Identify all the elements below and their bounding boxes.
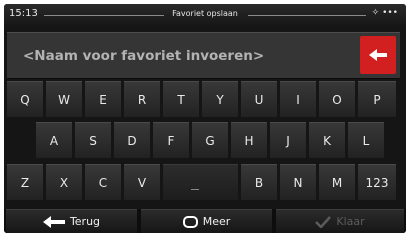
backspace-arrow-icon: [369, 49, 387, 61]
key-d[interactable]: D: [114, 122, 150, 158]
backspace-button[interactable]: [360, 36, 396, 74]
key-g[interactable]: G: [192, 122, 228, 158]
key-n[interactable]: N: [280, 164, 316, 200]
key-c[interactable]: C: [85, 164, 121, 200]
key-k[interactable]: K: [309, 122, 345, 158]
key-f[interactable]: F: [153, 122, 189, 158]
checkmark-icon: [315, 216, 332, 228]
bottom-toolbar: Terug Meer Klaar: [4, 209, 406, 233]
key-v[interactable]: V: [124, 164, 160, 200]
key-o[interactable]: O: [319, 81, 355, 117]
name-input-bar: [7, 32, 400, 79]
key-a[interactable]: A: [36, 122, 72, 158]
status-icons: ✧ •••: [372, 8, 398, 18]
key-l[interactable]: L: [348, 122, 384, 158]
space-mark: [191, 189, 199, 190]
key-p[interactable]: P: [358, 81, 396, 117]
more-button[interactable]: Meer: [141, 209, 272, 233]
key-r[interactable]: R: [124, 81, 160, 117]
key-y[interactable]: Y: [202, 81, 238, 117]
key-j[interactable]: J: [270, 122, 306, 158]
rounded-square-icon: [182, 216, 198, 228]
key-m[interactable]: M: [319, 164, 355, 200]
favorite-name-input[interactable]: [7, 33, 361, 78]
satellite-icon: ✧: [371, 8, 380, 18]
key-z[interactable]: Z: [7, 164, 43, 200]
key-u[interactable]: U: [241, 81, 277, 117]
key-h[interactable]: H: [231, 122, 267, 158]
status-bar: 15:13 Favoriet opslaan ✧ •••: [4, 4, 406, 26]
more-button-label: Meer: [202, 215, 231, 228]
key-i[interactable]: I: [280, 81, 316, 117]
key-s[interactable]: S: [75, 122, 111, 158]
arrow-left-icon: [42, 216, 65, 228]
key-x[interactable]: X: [46, 164, 82, 200]
key-q[interactable]: Q: [7, 81, 43, 117]
key-w[interactable]: W: [46, 81, 82, 117]
device-screen: 15:13 Favoriet opslaan ✧ ••• Q W E R T Y…: [4, 4, 406, 233]
dots-icon[interactable]: •••: [382, 8, 398, 18]
key-t[interactable]: T: [163, 81, 199, 117]
space-key[interactable]: [163, 164, 238, 200]
done-button[interactable]: Klaar: [276, 209, 404, 233]
back-button[interactable]: Terug: [6, 209, 137, 233]
back-button-label: Terug: [69, 215, 101, 228]
key-e[interactable]: E: [85, 81, 121, 117]
key-b[interactable]: B: [241, 164, 277, 200]
done-button-label: Klaar: [336, 215, 365, 228]
numbers-key[interactable]: 123: [358, 164, 396, 200]
page-title: Favoriet opslaan: [172, 9, 238, 18]
